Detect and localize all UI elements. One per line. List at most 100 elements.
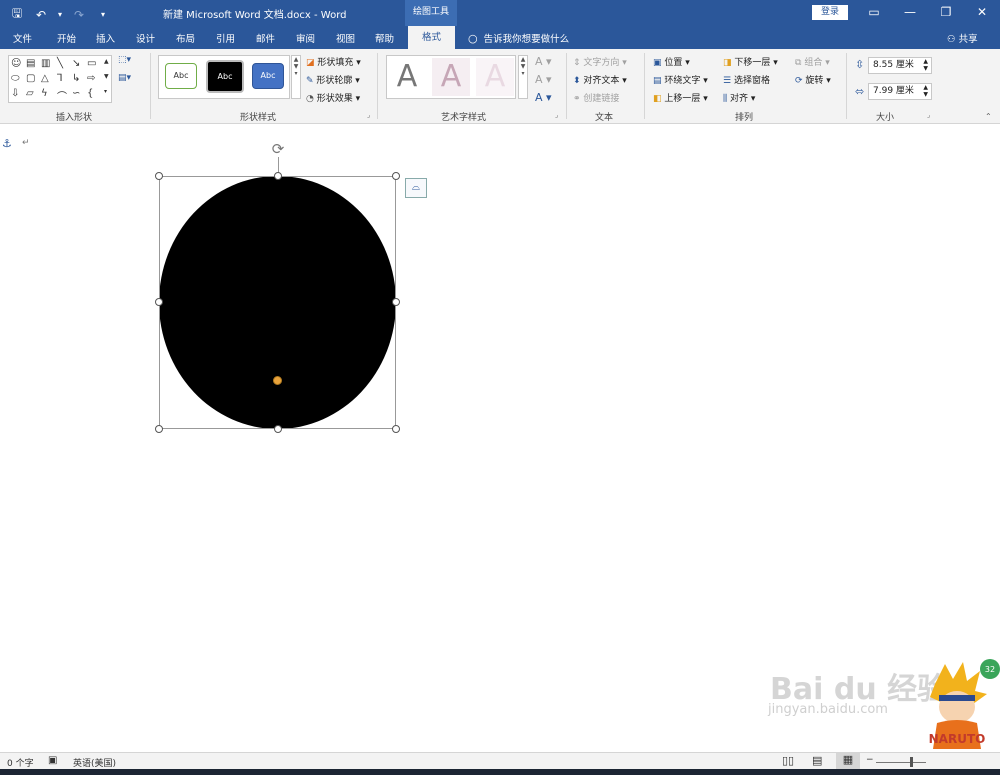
arrow-line-shape-icon[interactable]: ↘ xyxy=(72,58,80,69)
resize-handle-left[interactable] xyxy=(155,298,163,306)
tell-me-search[interactable]: ○ 告诉我你想要做什么 xyxy=(468,31,569,45)
wordart-dialog-launcher-icon[interactable]: ⌟ xyxy=(555,111,558,119)
wordart-preset-soft[interactable]: A xyxy=(432,58,470,96)
size-dialog-launcher-icon[interactable]: ⌟ xyxy=(927,111,930,119)
triangle-shape-icon[interactable]: △ xyxy=(41,73,49,84)
resize-handle-top-right[interactable] xyxy=(392,172,400,180)
tab-layout[interactable]: 布局 xyxy=(176,31,195,45)
resize-handle-top[interactable] xyxy=(274,172,282,180)
tab-review[interactable]: 审阅 xyxy=(296,31,315,45)
create-link-command[interactable]: ⚭ 创建链接 xyxy=(573,91,619,104)
style-preset-blue[interactable]: Abc xyxy=(252,63,284,89)
tab-format[interactable]: 格式 xyxy=(408,26,455,49)
right-arrow-shape-icon[interactable]: ⇨ xyxy=(87,73,95,84)
bring-forward-command[interactable]: ◧ 上移一层 ▾ xyxy=(653,91,708,104)
tab-design[interactable]: 设计 xyxy=(136,31,155,45)
zoom-out-icon[interactable]: − xyxy=(866,755,874,765)
resize-handle-right[interactable] xyxy=(392,298,400,306)
shape-styles-dialog-launcher-icon[interactable]: ⌟ xyxy=(367,111,370,119)
lightning-shape-icon[interactable]: ϟ xyxy=(41,88,48,99)
customize-qat-icon[interactable]: ▾ xyxy=(94,10,112,19)
ribbon-display-options-icon[interactable]: ▭ xyxy=(864,2,884,22)
rectangle-shape-icon[interactable]: ▭ xyxy=(87,58,96,69)
zoom-slider-thumb[interactable] xyxy=(910,757,913,767)
save-icon[interactable]: 🖫 xyxy=(8,4,26,25)
down-arrow-shape-icon[interactable]: ⇩ xyxy=(11,88,19,99)
textbox-shape-icon[interactable]: ▤ xyxy=(26,58,35,69)
wordart-scroll[interactable]: ▲ ▼ ▾ xyxy=(518,55,528,99)
shape-styles-scroll[interactable]: ▲ ▼ ▾ xyxy=(291,55,301,99)
tab-home[interactable]: 开始 xyxy=(57,31,76,45)
draw-textbox-icon[interactable]: ▤▾ xyxy=(118,73,131,83)
wordart-preset-plain[interactable]: A xyxy=(388,58,426,96)
rotation-handle-icon[interactable]: ⟳ xyxy=(269,140,287,158)
style-preset-black[interactable]: Abc xyxy=(206,60,244,93)
align-command[interactable]: ⫼ 对齐 ▾ xyxy=(723,91,755,104)
text-fill-icon[interactable]: A ▾ xyxy=(535,55,552,68)
spinner-icon[interactable]: ▲ ▼ xyxy=(923,58,928,72)
shape-fill-command[interactable]: ◪ 形状填充 ▾ xyxy=(306,55,361,68)
style-preset-outline[interactable]: Abc xyxy=(165,63,197,89)
shape-effects-command[interactable]: ◔ 形状效果 ▾ xyxy=(306,91,360,104)
curve-shape-icon[interactable]: ∽ xyxy=(72,88,80,99)
group-command[interactable]: ⧉ 组合 ▾ xyxy=(795,55,830,68)
rounded-rect-shape-icon[interactable]: ▢ xyxy=(26,73,35,84)
send-backward-command[interactable]: ◨ 下移一层 ▾ xyxy=(723,55,778,68)
shape-width-input[interactable]: 7.99 厘米 ▲ ▼ xyxy=(868,83,932,100)
word-count[interactable]: 0 个字 xyxy=(7,756,34,769)
rotate-command[interactable]: ⟳ 旋转 ▾ xyxy=(795,73,831,86)
anchor-icon[interactable]: ⚓ xyxy=(2,137,12,150)
line-shape-icon[interactable]: ╲ xyxy=(57,58,63,69)
callout-shape-icon[interactable]: ▱ xyxy=(26,88,34,99)
resize-handle-top-left[interactable] xyxy=(155,172,163,180)
elbow-arrow-shape-icon[interactable]: ↳ xyxy=(72,73,80,84)
vertical-textbox-shape-icon[interactable]: ▥ xyxy=(41,58,50,69)
position-command[interactable]: ▣ 位置 ▾ xyxy=(653,55,690,68)
adjustment-handle[interactable] xyxy=(273,376,282,385)
share-button[interactable]: ⚇ 共享 xyxy=(947,31,978,45)
minimize-button[interactable]: — xyxy=(900,2,920,22)
text-effects-icon[interactable]: A ▾ xyxy=(535,91,552,104)
align-text-command[interactable]: ⬍ 对齐文本 ▾ xyxy=(573,73,627,86)
shapes-gallery[interactable]: ☺ ▤ ▥ ╲ ↘ ▭ ⬭ ▢ △ ⅂ ↳ ⇨ ⇩ ▱ ϟ ⌒ ∽ { ▲ ▼ … xyxy=(8,55,112,103)
login-button[interactable]: 登录 xyxy=(812,5,848,20)
text-outline-icon[interactable]: A ▾ xyxy=(535,73,552,86)
document-canvas[interactable]: ⚓ ↵ ⟳ ⌓ Bai du 经验 jingyan.baidu.com 32 N… xyxy=(0,124,1000,752)
tab-mailings[interactable]: 邮件 xyxy=(256,31,275,45)
undo-dropdown-icon[interactable]: ▾ xyxy=(56,10,64,19)
arc-shape-icon[interactable]: ⌒ xyxy=(57,88,67,103)
wrap-text-command[interactable]: ▤ 环绕文字 ▾ xyxy=(653,73,708,86)
text-direction-command[interactable]: ⇕ 文字方向 ▾ xyxy=(573,55,627,68)
layout-options-icon[interactable]: ⌓ xyxy=(405,178,427,198)
edit-shape-icon[interactable]: ⬚▾ xyxy=(118,55,131,65)
restore-button[interactable]: ❐ xyxy=(936,2,956,22)
resize-handle-bottom-left[interactable] xyxy=(155,425,163,433)
gallery-up-icon[interactable]: ▲ xyxy=(104,58,109,65)
collapse-ribbon-icon[interactable]: ⌃ xyxy=(985,112,992,121)
close-button[interactable]: ✕ xyxy=(972,2,992,22)
language-indicator[interactable]: 英语(美国) xyxy=(73,756,116,769)
shape-outline-command[interactable]: ✎ 形状轮廓 ▾ xyxy=(306,73,360,86)
undo-icon[interactable]: ↶ xyxy=(32,8,50,22)
smiley-shape-icon[interactable]: ☺ xyxy=(11,58,21,69)
tab-view[interactable]: 视图 xyxy=(336,31,355,45)
selection-pane-command[interactable]: ☰ 选择窗格 xyxy=(723,73,770,86)
gallery-more-icon[interactable]: ▾ xyxy=(104,88,107,95)
wordart-preset-outline[interactable]: A xyxy=(476,58,514,96)
spinner-icon[interactable]: ▲ ▼ xyxy=(923,84,928,98)
read-mode-icon[interactable]: ▯▯ xyxy=(782,754,794,767)
tab-insert[interactable]: 插入 xyxy=(96,31,115,45)
print-layout-icon[interactable]: ▤ xyxy=(812,754,822,767)
tab-file[interactable]: 文件 xyxy=(13,31,32,45)
shape-height-input[interactable]: 8.55 厘米 ▲ ▼ xyxy=(868,57,932,74)
oval-shape-icon[interactable]: ⬭ xyxy=(11,73,20,84)
tab-references[interactable]: 引用 xyxy=(216,31,235,45)
resize-handle-bottom-right[interactable] xyxy=(392,425,400,433)
brace-shape-icon[interactable]: { xyxy=(87,88,93,99)
gallery-down-icon[interactable]: ▼ xyxy=(104,73,109,80)
tab-help[interactable]: 帮助 xyxy=(375,31,394,45)
redo-icon[interactable]: ↷ xyxy=(70,8,88,22)
resize-handle-bottom[interactable] xyxy=(274,425,282,433)
zoom-slider[interactable] xyxy=(876,762,926,763)
proofing-icon[interactable]: ▣ xyxy=(48,755,57,766)
